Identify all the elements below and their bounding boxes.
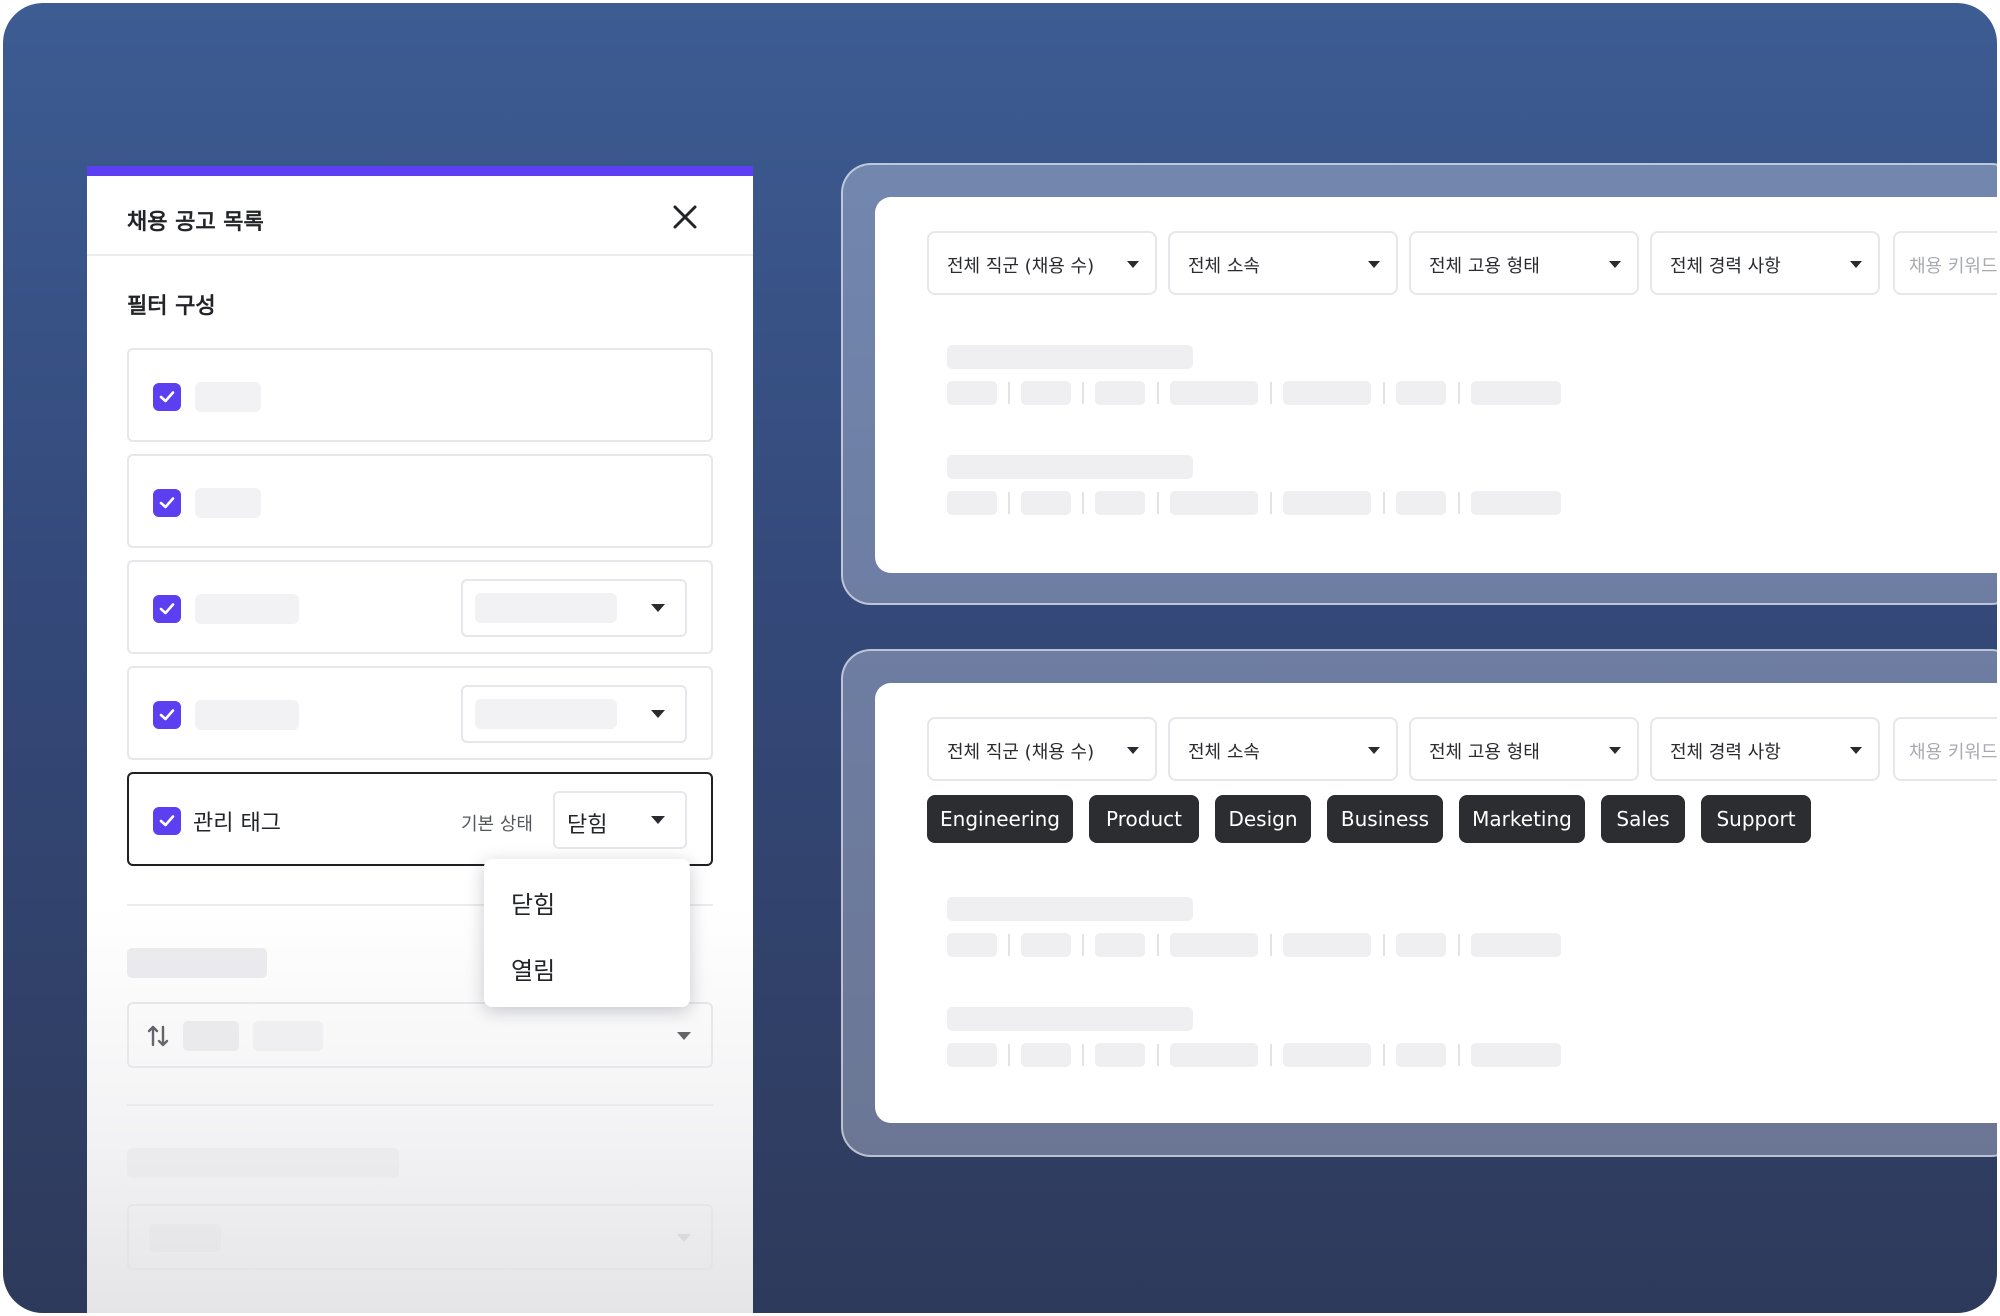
filter-select-job[interactable]: 전체 직군 (채용 수) — [927, 231, 1157, 295]
row-checkbox[interactable] — [153, 489, 181, 517]
state-dropdown-menu: 닫힘 열림 — [484, 859, 690, 1007]
select-label: 전체 소속 — [1188, 256, 1260, 277]
filter-select-career[interactable]: 전체 경력 사항 — [1650, 717, 1880, 781]
chevron-down-icon — [1609, 747, 1621, 754]
filter-row-manage-tag: 관리 태그 기본 상태 닫힘 — [127, 772, 713, 866]
select-label: 전체 직군 (채용 수) — [947, 256, 1095, 277]
disabled-select — [127, 1204, 713, 1270]
chevron-down-icon — [1850, 261, 1862, 268]
app-background: 채용 공고 목록 필터 구성 관리 태그 기본 상태 닫힘 닫힘 열림 전체 직… — [3, 3, 1997, 1313]
select-label: 전체 경력 사항 — [1670, 742, 1781, 763]
panel-header: 채용 공고 목록 — [87, 176, 753, 256]
default-state-select[interactable]: 닫힘 — [553, 791, 687, 849]
filter-select-affiliation[interactable]: 전체 소속 — [1168, 231, 1398, 295]
chevron-down-icon — [651, 604, 665, 612]
label-placeholder — [195, 382, 261, 412]
filter-select-job[interactable]: 전체 직군 (채용 수) — [927, 717, 1157, 781]
label-placeholder — [195, 700, 299, 730]
row-label: 관리 태그 — [193, 811, 281, 836]
chevron-down-icon — [677, 1234, 691, 1242]
chevron-down-icon — [1609, 261, 1621, 268]
keyword-input[interactable]: 채용 키워드 — [1893, 717, 1997, 781]
filter-row — [127, 666, 713, 760]
row-checkbox[interactable] — [153, 701, 181, 729]
filter-row — [127, 560, 713, 654]
chevron-down-icon — [651, 710, 665, 718]
chevron-down-icon — [1127, 261, 1139, 268]
filter-select-employment[interactable]: 전체 고용 형태 — [1409, 717, 1639, 781]
dropdown-option-open[interactable]: 열림 — [511, 951, 555, 986]
chevron-down-icon — [1368, 747, 1380, 754]
tag-chip[interactable]: Product — [1089, 795, 1199, 843]
tag-chip[interactable]: Engineering — [927, 795, 1073, 843]
row-checkbox[interactable] — [153, 383, 181, 411]
preview-card: 전체 직군 (채용 수) 전체 소속 전체 고용 형태 전체 경력 사항 채용 … — [875, 683, 1997, 1123]
label-placeholder — [195, 594, 299, 624]
posting-title-skeleton — [947, 345, 1193, 369]
divider — [127, 1104, 713, 1106]
panel-accent-bar — [87, 166, 753, 176]
keyword-placeholder: 채용 키워드 — [1909, 256, 1997, 277]
preview-frame-collapsed: 전체 직군 (채용 수) 전체 소속 전체 고용 형태 전체 경력 사항 채용 … — [841, 163, 1997, 605]
keyword-input[interactable]: 채용 키워드 — [1893, 231, 1997, 295]
chevron-down-icon — [677, 1032, 691, 1040]
sort-placeholder — [253, 1021, 323, 1051]
select-label: 전체 고용 형태 — [1429, 742, 1540, 763]
posting-title-skeleton — [947, 1007, 1193, 1031]
keyword-placeholder: 채용 키워드 — [1909, 742, 1997, 763]
select-label: 전체 경력 사항 — [1670, 256, 1781, 277]
sort-placeholder — [183, 1021, 239, 1051]
preview-frame-expanded: 전체 직군 (채용 수) 전체 소속 전체 고용 형태 전체 경력 사항 채용 … — [841, 649, 1997, 1157]
select-label: 전체 고용 형태 — [1429, 256, 1540, 277]
select-placeholder — [149, 1224, 221, 1252]
select-placeholder — [475, 593, 617, 623]
row-select[interactable] — [461, 685, 687, 743]
sort-select[interactable] — [127, 1002, 713, 1068]
panel-title: 채용 공고 목록 — [127, 210, 264, 235]
tag-chip[interactable]: Sales — [1601, 795, 1685, 843]
tag-chip[interactable]: Business — [1327, 795, 1443, 843]
row-checkbox[interactable] — [153, 595, 181, 623]
sort-icon — [147, 1025, 169, 1047]
tag-chip[interactable]: Marketing — [1459, 795, 1585, 843]
filter-select-affiliation[interactable]: 전체 소속 — [1168, 717, 1398, 781]
default-state-label: 기본 상태 — [461, 814, 533, 835]
heading-placeholder — [127, 948, 267, 978]
preview-card: 전체 직군 (채용 수) 전체 소속 전체 고용 형태 전체 경력 사항 채용 … — [875, 197, 1997, 573]
filter-row — [127, 348, 713, 442]
filter-select-career[interactable]: 전체 경력 사항 — [1650, 231, 1880, 295]
chevron-down-icon — [1127, 747, 1139, 754]
select-label: 전체 소속 — [1188, 742, 1260, 763]
tag-chip[interactable]: Design — [1215, 795, 1311, 843]
filter-select-employment[interactable]: 전체 고용 형태 — [1409, 231, 1639, 295]
posting-title-skeleton — [947, 897, 1193, 921]
dropdown-option-closed[interactable]: 닫힘 — [511, 885, 555, 920]
chevron-down-icon — [651, 816, 665, 824]
select-placeholder — [475, 699, 617, 729]
section-title: 필터 구성 — [127, 294, 216, 319]
filter-settings-panel: 채용 공고 목록 필터 구성 관리 태그 기본 상태 닫힘 — [87, 166, 753, 1313]
row-checkbox[interactable] — [153, 807, 181, 835]
chevron-down-icon — [1850, 747, 1862, 754]
heading-placeholder — [127, 1148, 399, 1178]
filter-row — [127, 454, 713, 548]
posting-title-skeleton — [947, 455, 1193, 479]
close-icon[interactable] — [671, 203, 699, 231]
select-label: 전체 직군 (채용 수) — [947, 742, 1095, 763]
chevron-down-icon — [1368, 261, 1380, 268]
tag-chip[interactable]: Support — [1701, 795, 1811, 843]
row-select[interactable] — [461, 579, 687, 637]
label-placeholder — [195, 488, 261, 518]
select-value: 닫힘 — [567, 813, 608, 838]
